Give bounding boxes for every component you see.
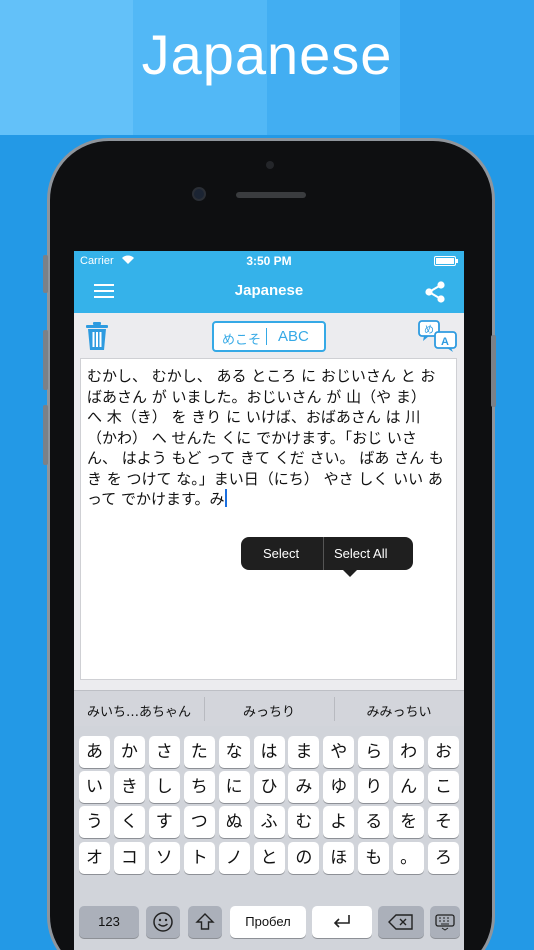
mode-abc-label: ABC [278,328,309,345]
kana-key[interactable]: ふ [253,806,285,838]
keyboard-icon [435,914,455,931]
select-all-menu-item[interactable]: Select All [334,546,387,561]
kana-key[interactable]: ま [288,736,320,768]
mute-switch [43,255,48,293]
kana-key[interactable]: ゆ [323,771,355,803]
proximity-sensor [266,161,274,169]
shift-key[interactable] [188,906,222,938]
input-mode-toggle[interactable]: めこそ ABC [212,321,326,352]
text-caret [224,489,227,507]
kana-key[interactable]: ソ [148,842,180,874]
editor-content: むかし、 むかし、 ある ところ に おじいさん と おばあさん が いました。… [87,367,444,508]
kana-key[interactable]: や [323,736,355,768]
nav-bar: Japanese [74,271,464,313]
kana-key[interactable]: ト [183,842,215,874]
suggestion-item[interactable]: みっちり [204,701,334,720]
kana-key[interactable]: そ [428,806,459,838]
kana-key[interactable]: コ [113,842,145,874]
kana-key[interactable]: と [253,842,285,874]
kana-key[interactable]: み [288,771,320,803]
kana-key[interactable]: も [358,842,390,874]
volume-up-button [43,330,48,390]
kana-key[interactable]: オ [79,842,110,874]
kana-key[interactable]: す [148,806,180,838]
kana-key[interactable]: し [148,771,180,803]
mode-kana-label: めこそ [222,333,262,348]
context-menu-divider [323,537,324,570]
share-icon[interactable] [422,279,448,305]
kana-key[interactable]: な [218,736,250,768]
return-key[interactable] [312,906,372,938]
status-time: 3:50 PM [246,254,292,268]
space-key[interactable]: Пробел [230,906,306,938]
battery-icon [434,256,458,266]
kana-key[interactable]: き [113,771,145,803]
mode-divider [266,328,267,345]
kana-key[interactable]: く [113,806,145,838]
kana-key[interactable]: む [288,806,320,838]
suggestion-item[interactable]: みいち…あちゃん [74,701,204,720]
nav-title: Japanese [234,282,304,299]
kana-key[interactable]: つ [183,806,215,838]
volume-down-button [43,405,48,465]
editor-toolbar: めこそ ABC め A [74,313,464,358]
numbers-key[interactable]: 123 [79,906,139,938]
app-screen: Carrier 3:50 PM Japanese めこそ ABC め A むかし… [74,251,464,950]
kana-key[interactable]: こ [428,771,459,803]
kana-key[interactable]: ち [183,771,215,803]
backspace-key[interactable] [378,906,424,938]
kana-key[interactable]: い [79,771,110,803]
keyboard-switch-key[interactable] [430,906,460,938]
kana-key[interactable]: よ [323,806,355,838]
svg-text:A: A [441,336,449,348]
kana-key[interactable]: の [288,842,320,874]
front-camera [192,187,206,201]
kana-key[interactable]: に [218,771,250,803]
backspace-icon [388,914,413,930]
kana-key[interactable]: ノ [218,842,250,874]
kana-key[interactable]: り [358,771,390,803]
emoji-key[interactable] [146,906,180,938]
kana-key[interactable]: あ [79,736,110,768]
context-menu: Select Select All [241,537,413,577]
kana-key[interactable]: ほ [323,842,355,874]
kana-key[interactable]: ら [358,736,390,768]
kana-key[interactable]: 。 [393,842,425,874]
kana-key[interactable]: ひ [253,771,285,803]
kana-key[interactable]: さ [148,736,180,768]
select-menu-item[interactable]: Select [263,546,299,561]
kana-key[interactable]: を [393,806,425,838]
suggestion-item[interactable]: みみっちい [334,701,464,720]
text-editor[interactable]: むかし、 むかし、 ある ところ に おじいさん と おばあさん が いました。… [80,358,457,772]
power-button [491,335,496,407]
svg-text:め: め [424,324,434,336]
keyboard: あかさたなはまやらわおいきしちにひみゆりんこうくすつぬふむよるをそオコソトノとの… [74,726,464,950]
return-icon [333,915,350,928]
kana-key[interactable]: ん [393,771,425,803]
kana-key[interactable]: ぬ [218,806,250,838]
status-bar: Carrier 3:50 PM [74,251,464,271]
suggestion-bar: みいち…あちゃん みっちり みみっちい [74,690,464,726]
kana-key[interactable]: は [253,736,285,768]
kana-key[interactable]: た [183,736,215,768]
banner-title: Japanese [141,23,393,86]
kana-key[interactable]: か [113,736,145,768]
trash-icon[interactable] [84,321,110,351]
kana-key[interactable]: う [79,806,110,838]
shift-icon [195,913,215,930]
context-menu-pointer [343,570,357,577]
kana-key[interactable]: る [358,806,390,838]
kana-key[interactable]: ろ [428,842,459,874]
translate-icon[interactable]: め A [418,320,458,352]
emoji-icon [153,912,173,932]
kana-key[interactable]: わ [393,736,425,768]
promo-banner: Japanese [0,0,534,135]
kana-key[interactable]: お [428,736,459,768]
earpiece-speaker [236,192,306,198]
